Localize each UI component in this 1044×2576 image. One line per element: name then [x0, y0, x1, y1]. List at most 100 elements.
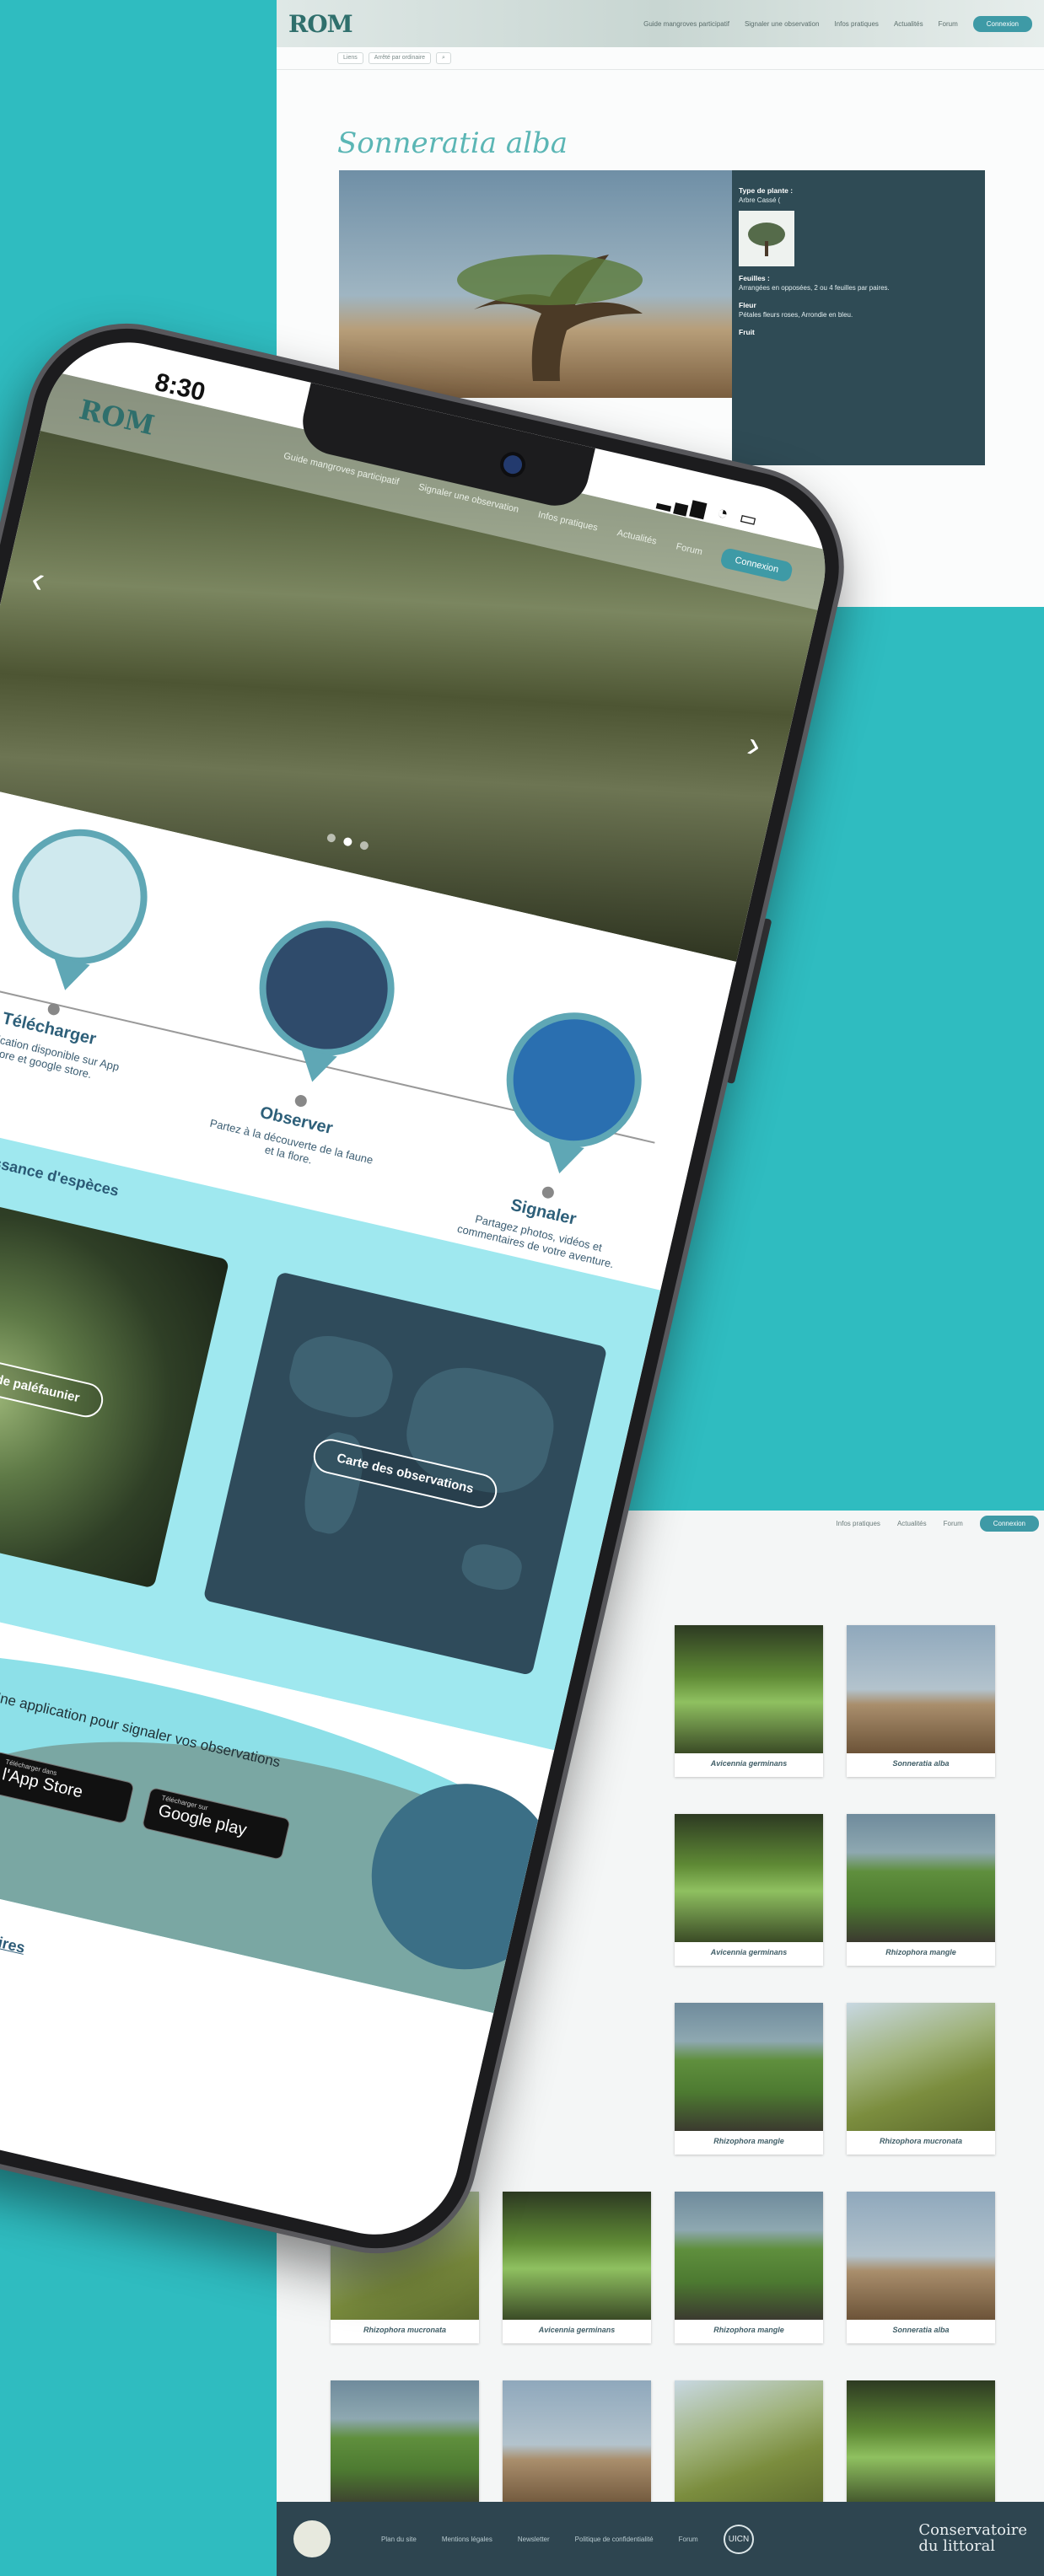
slider-dot[interactable] [326, 833, 336, 844]
nav-infos[interactable]: Infos pratiques [537, 510, 599, 534]
species-card-caption: Avicennia germinans [710, 1948, 788, 1956]
species-card-image[interactable] [847, 1814, 995, 1942]
site-header: ROM Guide mangroves participatif Signale… [277, 0, 1044, 47]
flower-text: Pétales fleurs roses, Arrondie en bleu. [739, 311, 853, 319]
nav-forum[interactable]: Forum [944, 1520, 963, 1527]
species-card[interactable]: Rhizophora mangle [675, 2192, 823, 2343]
continent-shape [458, 1539, 525, 1595]
species-card[interactable]: Sonneratia alba [847, 2192, 995, 2343]
species-card-caption: Rhizophora mucronata [879, 2137, 962, 2145]
species-card-image[interactable] [675, 2192, 823, 2320]
crumb-liens[interactable]: Liens [337, 52, 363, 64]
guide-button[interactable]: Guide paléfaunier [0, 1352, 106, 1421]
footer-link[interactable]: Plan du site [381, 2536, 417, 2543]
slider-dot[interactable] [358, 840, 369, 851]
site-nav: Guide mangroves participatif Signaler un… [643, 15, 1032, 32]
nav-actualites[interactable]: Actualités [616, 528, 658, 546]
species-card[interactable]: Avicennia germinans [675, 1814, 823, 1966]
cons-line1: Conservatoire [918, 2521, 1027, 2540]
connect-button[interactable]: Connexion [972, 15, 1032, 32]
species-photo [339, 170, 732, 398]
species-card-image[interactable] [847, 2003, 995, 2131]
plant-type-thumbnail [739, 210, 794, 266]
species-card[interactable]: Sonneratia alba [847, 1625, 995, 1777]
uicn-logo: UICN [723, 2524, 755, 2554]
species-card-caption: Rhizophora mangle [885, 1948, 956, 1956]
species-card-image[interactable] [675, 1814, 823, 1942]
nav-actualites[interactable]: Actualités [897, 1520, 927, 1527]
step-report: Signaler Partagez photos, vidéos et comm… [452, 996, 671, 1273]
connect-button[interactable]: Connexion [719, 547, 794, 583]
species-card[interactable]: Rhizophora mangle [675, 2003, 823, 2155]
species-card-image[interactable] [503, 2380, 651, 2509]
timeline-dot [541, 1185, 556, 1200]
camera-icon [501, 453, 525, 476]
species-card-image[interactable] [847, 2380, 995, 2509]
footer-link[interactable]: Newsletter [518, 2536, 550, 2543]
tree-illustration [457, 255, 643, 381]
species-card-image[interactable] [675, 2380, 823, 2509]
app-logo[interactable]: ROM [76, 394, 157, 442]
site-footer: Plan du site Mentions légales Newsletter… [277, 2502, 1044, 2576]
species-card-image[interactable] [675, 2003, 823, 2131]
cons-line2: du littoral [918, 2537, 996, 2555]
step-observe: Observer Partez à la découverte de la fa… [205, 904, 424, 1181]
species-info-panel: Type de plante : Arbre Cassé ( Feuilles … [732, 170, 985, 465]
gallery-nav: Infos pratiques Actualités Forum Connexi… [836, 1511, 1044, 1536]
timeline-dot [46, 1001, 62, 1017]
species-card[interactable]: Avicennia germinans [675, 1625, 823, 1777]
plant-type-label: Type de plante : [739, 186, 794, 195]
chevron-right-icon[interactable]: › [743, 723, 765, 767]
breadcrumb: Liens Arrêté par ordinaire ⌕ [277, 47, 1044, 70]
species-card-image[interactable] [675, 1625, 823, 1753]
leaves-label: Feuilles : [739, 273, 770, 282]
species-card-caption: Sonneratia alba [892, 2326, 950, 2334]
footer-link[interactable]: Mentions légales [442, 2536, 492, 2543]
nav-signaler[interactable]: Signaler une observation [745, 20, 820, 28]
species-card-caption: Rhizophora mangle [713, 2137, 784, 2145]
crumb-arrete[interactable]: Arrêté par ordinaire [368, 52, 432, 64]
slider-dot-active[interactable] [342, 836, 353, 847]
chevron-left-icon[interactable]: ‹ [27, 558, 49, 602]
species-card[interactable]: Rhizophora mucronata [847, 2003, 995, 2155]
slider-dots [326, 833, 369, 851]
partners-title[interactable]: Nos Partenaires [0, 1914, 27, 1957]
species-card[interactable]: Avicennia germinans [503, 2192, 651, 2343]
species-card-image[interactable] [331, 2380, 479, 2509]
nav-forum[interactable]: Forum [675, 541, 703, 557]
species-card-caption: Sonneratia alba [892, 1759, 950, 1768]
species-card-image[interactable] [503, 2192, 651, 2320]
nav-infos[interactable]: Infos pratiques [836, 1520, 880, 1527]
map-tile[interactable]: Carte des observations [202, 1271, 608, 1677]
species-card-caption: Rhizophora mucronata [363, 2326, 446, 2334]
connect-button[interactable]: Connexion [979, 1515, 1039, 1532]
conservatoire-logo: Conservatoire du littoral [918, 2521, 1027, 2555]
plant-type-value: Arbre Cassé ( [739, 196, 781, 205]
nav-forum[interactable]: Forum [939, 20, 958, 28]
continent-shape [283, 1328, 400, 1425]
phone-hand-icon [0, 815, 161, 978]
footer-logo [293, 2520, 331, 2557]
flower-label: Fleur [739, 300, 756, 309]
step-download: Télécharger L'application disponible sur… [0, 812, 177, 1089]
footer-link[interactable]: Politique de confidentialité [575, 2536, 654, 2543]
pine-tree-icon [245, 907, 408, 1070]
species-title: Sonneratia alba [337, 126, 568, 160]
footer-link[interactable]: Forum [679, 2536, 698, 2543]
species-card-caption: Avicennia germinans [538, 2326, 616, 2334]
nav-guide[interactable]: Guide mangroves participatif [643, 20, 729, 28]
timeline-dot [293, 1093, 309, 1108]
species-card-image[interactable] [847, 1625, 995, 1753]
search-icon[interactable]: ⌕ [436, 52, 451, 64]
leaves-text: Arrangées en opposées, 2 ou 4 feuilles p… [739, 284, 890, 292]
species-card[interactable]: Rhizophora mangle [847, 1814, 995, 1966]
species-card-caption: Rhizophora mangle [713, 2326, 784, 2334]
species-card-image[interactable] [847, 2192, 995, 2320]
nav-actualites[interactable]: Actualités [894, 20, 923, 28]
site-logo[interactable]: ROM [288, 10, 353, 38]
species-card-caption: Avicennia germinans [710, 1759, 788, 1768]
nav-infos[interactable]: Infos pratiques [834, 20, 878, 28]
fruit-label: Fruit [739, 327, 755, 336]
guide-tile[interactable]: Guide paléfaunier [0, 1183, 230, 1589]
globe-person-icon [492, 999, 655, 1162]
